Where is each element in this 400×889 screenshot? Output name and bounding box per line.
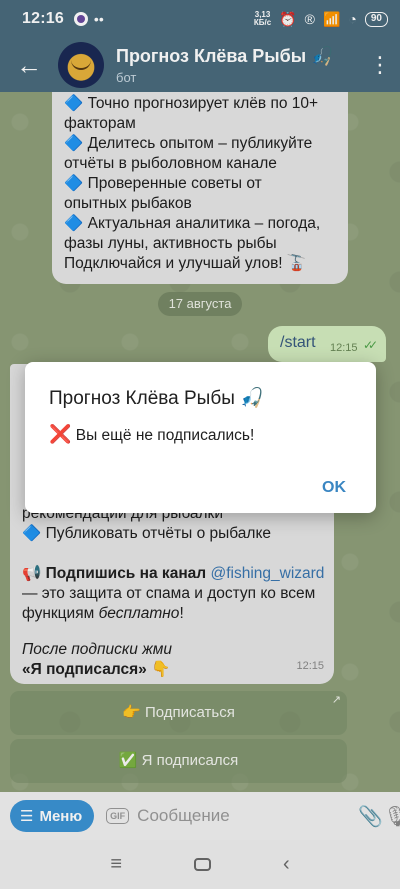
- dialog-ok-button[interactable]: OK: [322, 479, 346, 497]
- dialog-title: Прогноз Клёва Рыбы 🎣: [49, 388, 264, 409]
- alert-dialog: Прогноз Клёва Рыбы 🎣 ❌ Вы ещё не подписа…: [25, 362, 376, 513]
- dialog-message: ❌ Вы ещё не подписались!: [49, 424, 254, 445]
- dialog-message-text: Вы ещё не подписались!: [75, 427, 255, 444]
- cross-mark-icon: ❌: [49, 424, 72, 444]
